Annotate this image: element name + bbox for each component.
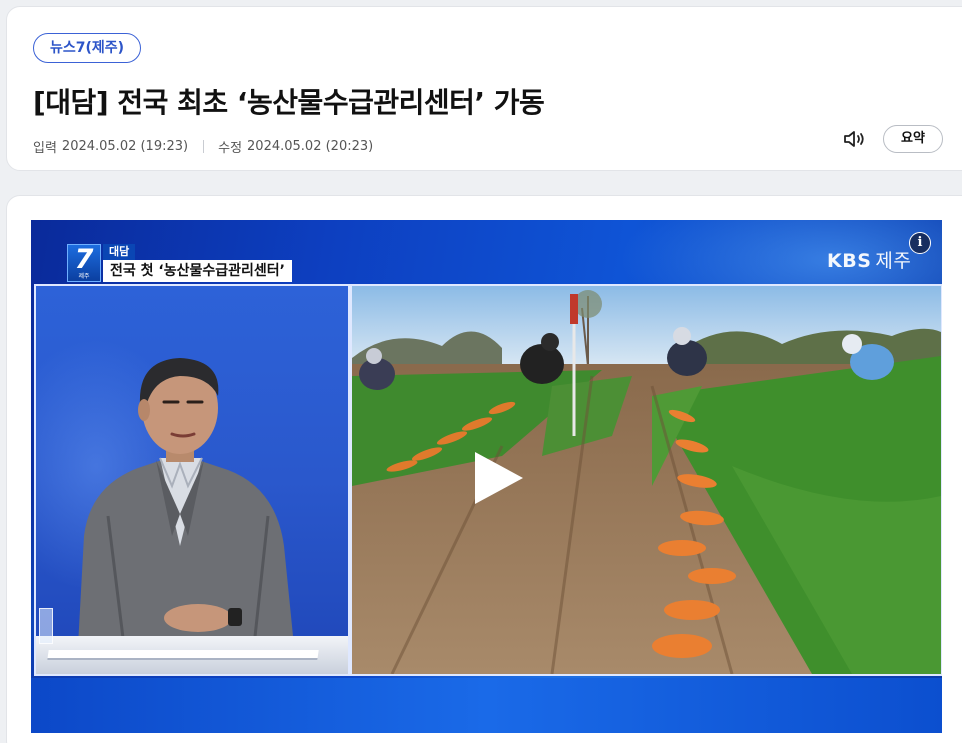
program-logo: 7 제주 [67, 244, 101, 282]
carrot-field-image [352, 286, 941, 674]
caption-text: 전국 첫 ‘농산물수급관리센터’ [103, 260, 292, 282]
modified-label: 수정 [218, 141, 243, 156]
water-glass [39, 608, 53, 644]
field-footage-panel [350, 284, 942, 676]
modified-date: 2024.05.02 (20:23) [247, 139, 374, 154]
speaker-icon [844, 131, 864, 147]
interviewee-figure [78, 358, 294, 646]
program-region: 제주 [78, 273, 90, 280]
info-icon[interactable]: i [909, 232, 931, 254]
category-badge[interactable]: 뉴스7(제주) [33, 33, 142, 63]
input-date: 2024.05.02 (19:23) [61, 139, 189, 154]
desk-papers [47, 650, 319, 660]
article-header-card: 뉴스7(제주) [대담] 전국 최초 ‘농산물수급관리센터’ 가동 입력 202… [6, 6, 962, 171]
article-title: [대담] 전국 최초 ‘농산물수급관리센터’ 가동 [33, 86, 545, 119]
video-player[interactable]: KBS 제주 i 7 제주 대담 전국 첫 ‘농산물수급관리센터’ [31, 220, 942, 733]
broadcaster-region: 제주 [875, 250, 912, 272]
play-icon[interactable] [471, 450, 527, 506]
broadcaster-logo: KBS 제주 [827, 246, 911, 273]
audio-read-button[interactable] [841, 125, 869, 153]
caption-tag: 대담 [103, 244, 136, 260]
broadcaster-name: KBS [827, 250, 872, 272]
article-meta: 입력 2024.05.02 (19:23) 수정 2024.05.02 (20:… [33, 137, 373, 156]
program-number: 7 [74, 244, 94, 275]
summary-button[interactable]: 요약 [883, 125, 943, 153]
studio-panel [34, 284, 350, 676]
meta-divider [203, 140, 205, 153]
input-label: 입력 [33, 141, 57, 156]
video-bottom-strip [31, 678, 942, 733]
